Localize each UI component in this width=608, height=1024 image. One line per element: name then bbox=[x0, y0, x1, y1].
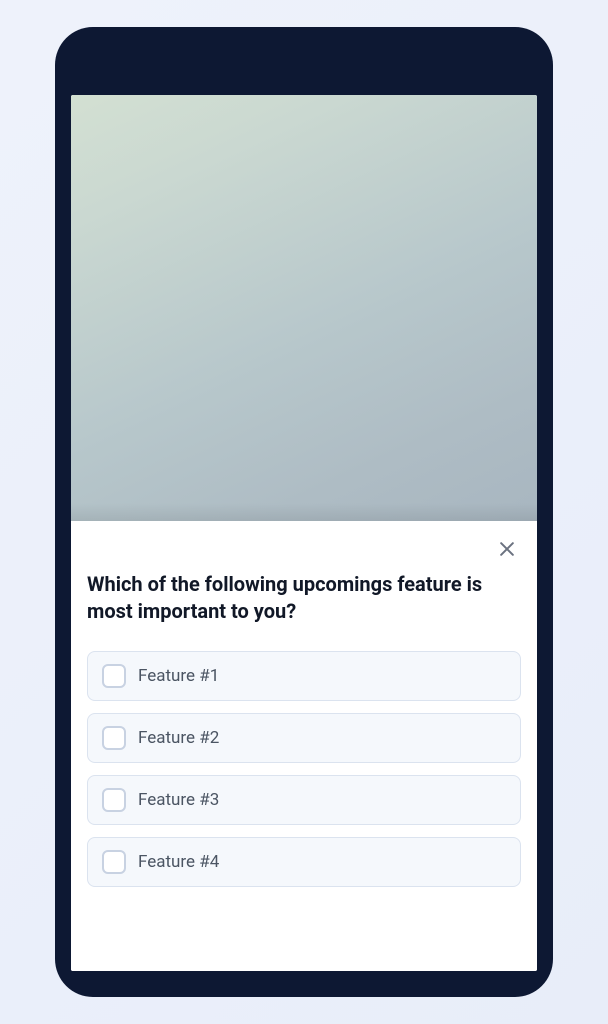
checkbox-icon bbox=[102, 788, 126, 812]
option-label: Feature #2 bbox=[138, 728, 219, 748]
survey-options: Feature #1 Feature #2 Feature #3 Feature… bbox=[87, 651, 521, 887]
option-label: Feature #1 bbox=[138, 666, 219, 686]
option-feature-3[interactable]: Feature #3 bbox=[87, 775, 521, 825]
option-feature-2[interactable]: Feature #2 bbox=[87, 713, 521, 763]
option-label: Feature #3 bbox=[138, 790, 219, 810]
option-feature-1[interactable]: Feature #1 bbox=[87, 651, 521, 701]
checkbox-icon bbox=[102, 850, 126, 874]
checkbox-icon bbox=[102, 726, 126, 750]
close-icon bbox=[497, 539, 517, 559]
checkbox-icon bbox=[102, 664, 126, 688]
hero-image-area bbox=[71, 95, 537, 521]
survey-question: Which of the following upcomings feature… bbox=[87, 571, 521, 625]
option-feature-4[interactable]: Feature #4 bbox=[87, 837, 521, 887]
close-button[interactable] bbox=[493, 535, 521, 563]
option-label: Feature #4 bbox=[138, 852, 219, 872]
phone-frame: Which of the following upcomings feature… bbox=[55, 27, 553, 997]
phone-screen: Which of the following upcomings feature… bbox=[71, 95, 537, 971]
survey-sheet: Which of the following upcomings feature… bbox=[71, 521, 537, 971]
